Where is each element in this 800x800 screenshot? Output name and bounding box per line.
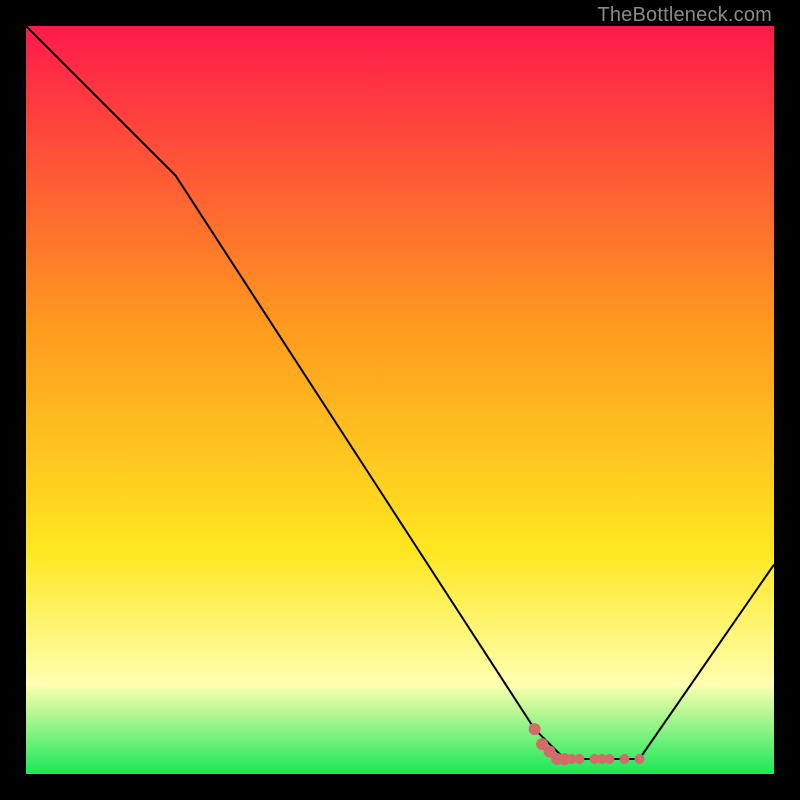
highlight-dot [544,746,556,758]
highlight-dot [567,754,577,764]
highlight-dot [590,754,600,764]
watermark-text: TheBottleneck.com [597,4,772,27]
highlight-dot [575,754,585,764]
plot-area [26,26,774,774]
highlight-dot [597,754,607,764]
bottleneck-curve [26,26,774,774]
highlight-dot [619,754,629,764]
highlight-dot [604,754,614,764]
highlight-dot [529,723,541,735]
highlight-dot [559,753,571,765]
chart-frame: TheBottleneck.com [0,0,800,800]
highlight-dot [551,753,563,765]
bottleneck-curve-path [26,26,774,759]
highlight-dot [634,754,644,764]
highlight-dot [536,738,548,750]
